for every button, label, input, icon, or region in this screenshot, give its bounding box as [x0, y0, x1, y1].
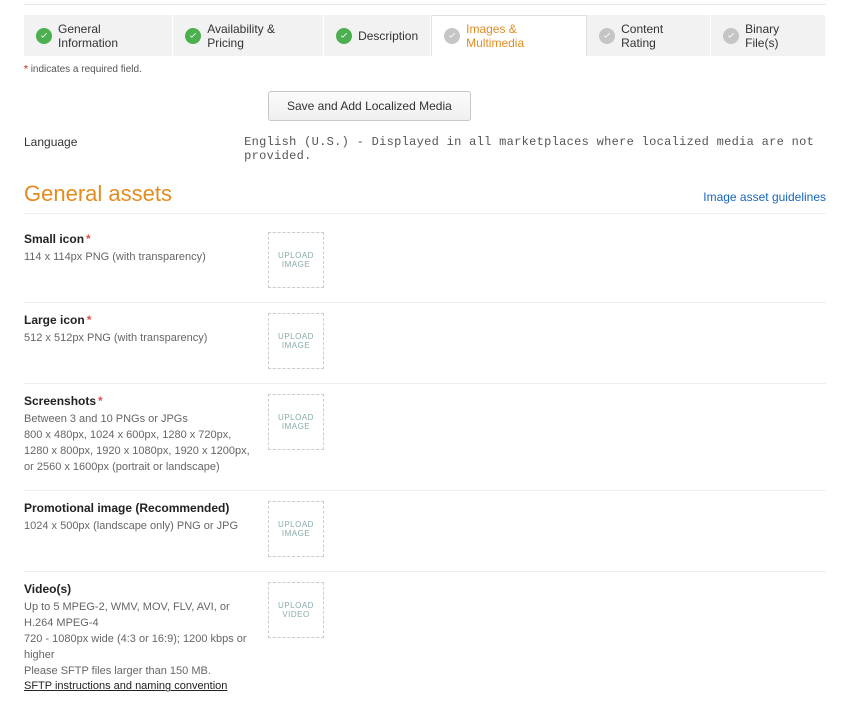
image-asset-guidelines-link[interactable]: Image asset guidelines: [703, 190, 826, 204]
asset-desc: Between 3 and 10 PNGs or JPGs 800 x 480p…: [24, 412, 250, 476]
upload-image-small-icon[interactable]: UPLOADIMAGE: [268, 232, 324, 288]
asset-title: Large icon*: [24, 313, 250, 327]
upload-image-large-icon[interactable]: UPLOADIMAGE: [268, 313, 324, 369]
tab-label: Binary File(s): [745, 22, 813, 50]
asset-desc: 1024 x 500px (landscape only) PNG or JPG: [24, 519, 250, 535]
tab-content-rating[interactable]: Content Rating: [587, 15, 711, 56]
tab-availability-pricing[interactable]: Availability & Pricing: [173, 15, 324, 56]
asset-large-icon: Large icon* 512 x 512px PNG (with transp…: [24, 303, 826, 384]
asset-desc: Up to 5 MPEG-2, WMV, MOV, FLV, AVI, or H…: [24, 600, 250, 696]
tab-description[interactable]: Description: [324, 15, 431, 56]
asset-small-icon: Small icon* 114 x 114px PNG (with transp…: [24, 222, 826, 303]
upload-image-screenshots[interactable]: UPLOADIMAGE: [268, 394, 324, 450]
asset-videos: Video(s) Up to 5 MPEG-2, WMV, MOV, FLV, …: [24, 572, 826, 709]
check-circle-icon: [336, 28, 352, 44]
tab-label: Description: [358, 29, 418, 43]
asset-promotional-image: Promotional image (Recommended) 1024 x 5…: [24, 491, 826, 572]
tab-binary-files[interactable]: Binary File(s): [711, 15, 826, 56]
tab-label: Content Rating: [621, 22, 698, 50]
tab-images-multimedia[interactable]: Images & Multimedia: [431, 15, 587, 56]
language-label: Language: [24, 135, 244, 149]
tab-general-information[interactable]: General Information: [24, 15, 173, 56]
check-circle-icon: [723, 28, 739, 44]
required-note: * indicates a required field.: [24, 64, 826, 75]
asset-title: Screenshots*: [24, 394, 250, 408]
section-title: General assets: [24, 181, 172, 207]
check-circle-icon: [599, 28, 615, 44]
sftp-instructions-link[interactable]: SFTP instructions and naming convention: [24, 679, 250, 695]
asset-title: Small icon*: [24, 232, 250, 246]
tab-label: Availability & Pricing: [207, 22, 311, 50]
language-value: English (U.S.) - Displayed in all market…: [244, 135, 826, 163]
upload-image-promo[interactable]: UPLOADIMAGE: [268, 501, 324, 557]
upload-video[interactable]: UPLOADVIDEO: [268, 582, 324, 638]
tab-label: General Information: [58, 22, 160, 50]
tab-label: Images & Multimedia: [466, 22, 574, 50]
asset-desc: 114 x 114px PNG (with transparency): [24, 250, 250, 266]
asset-screenshots: Screenshots* Between 3 and 10 PNGs or JP…: [24, 384, 826, 491]
save-add-localized-button[interactable]: Save and Add Localized Media: [268, 91, 471, 121]
asset-title: Promotional image (Recommended): [24, 501, 250, 515]
check-circle-icon: [36, 28, 52, 44]
asset-desc: 512 x 512px PNG (with transparency): [24, 331, 250, 347]
asset-title: Video(s): [24, 582, 250, 596]
check-circle-icon: [185, 28, 201, 44]
tab-bar: General Information Availability & Prici…: [24, 15, 826, 56]
check-circle-icon: [444, 28, 460, 44]
